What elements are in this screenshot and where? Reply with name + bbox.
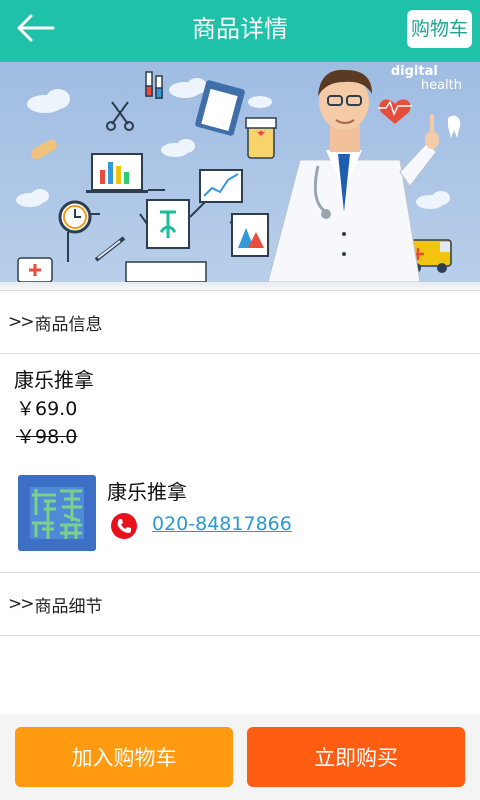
shop-logo[interactable] bbox=[18, 475, 96, 551]
banner-word-digital: digital bbox=[390, 64, 438, 79]
product-original-price: ￥98.0 bbox=[16, 426, 78, 448]
product-info-section-header[interactable]: >> 商品信息 bbox=[0, 290, 480, 354]
top-app-bar: 商品详情 购物车 bbox=[0, 0, 480, 62]
product-detail-title: 商品细节 bbox=[34, 596, 103, 617]
shop-name: 康乐推拿 bbox=[107, 480, 187, 504]
digital-health-banner: digital health bbox=[0, 62, 480, 282]
double-chevron-icon: >> bbox=[8, 594, 34, 614]
add-to-cart-button[interactable]: 加入购物车 bbox=[15, 727, 233, 787]
phone-icon[interactable] bbox=[110, 512, 138, 540]
product-info-title: 商品信息 bbox=[34, 314, 103, 335]
double-chevron-icon: >> bbox=[8, 312, 34, 332]
buy-now-button[interactable]: 立即购买 bbox=[247, 727, 465, 787]
banner-word-health: health bbox=[420, 78, 462, 93]
product-name: 康乐推拿 bbox=[14, 368, 94, 392]
product-price: ￥69.0 bbox=[16, 398, 78, 420]
product-detail-section-header[interactable]: >> 商品细节 bbox=[0, 572, 480, 636]
banner-digital-health-text: digital health bbox=[391, 65, 462, 93]
product-detail-screen: 商品详情 购物车 digital health >> 商品信息 康乐推拿 ￥69… bbox=[0, 0, 480, 800]
cart-button[interactable]: 购物车 bbox=[407, 10, 472, 48]
shop-logo-mark bbox=[18, 475, 96, 551]
banner-divider bbox=[0, 282, 480, 290]
banner-illustration bbox=[0, 62, 480, 282]
shop-phone-link[interactable]: 020-84817866 bbox=[152, 513, 292, 535]
